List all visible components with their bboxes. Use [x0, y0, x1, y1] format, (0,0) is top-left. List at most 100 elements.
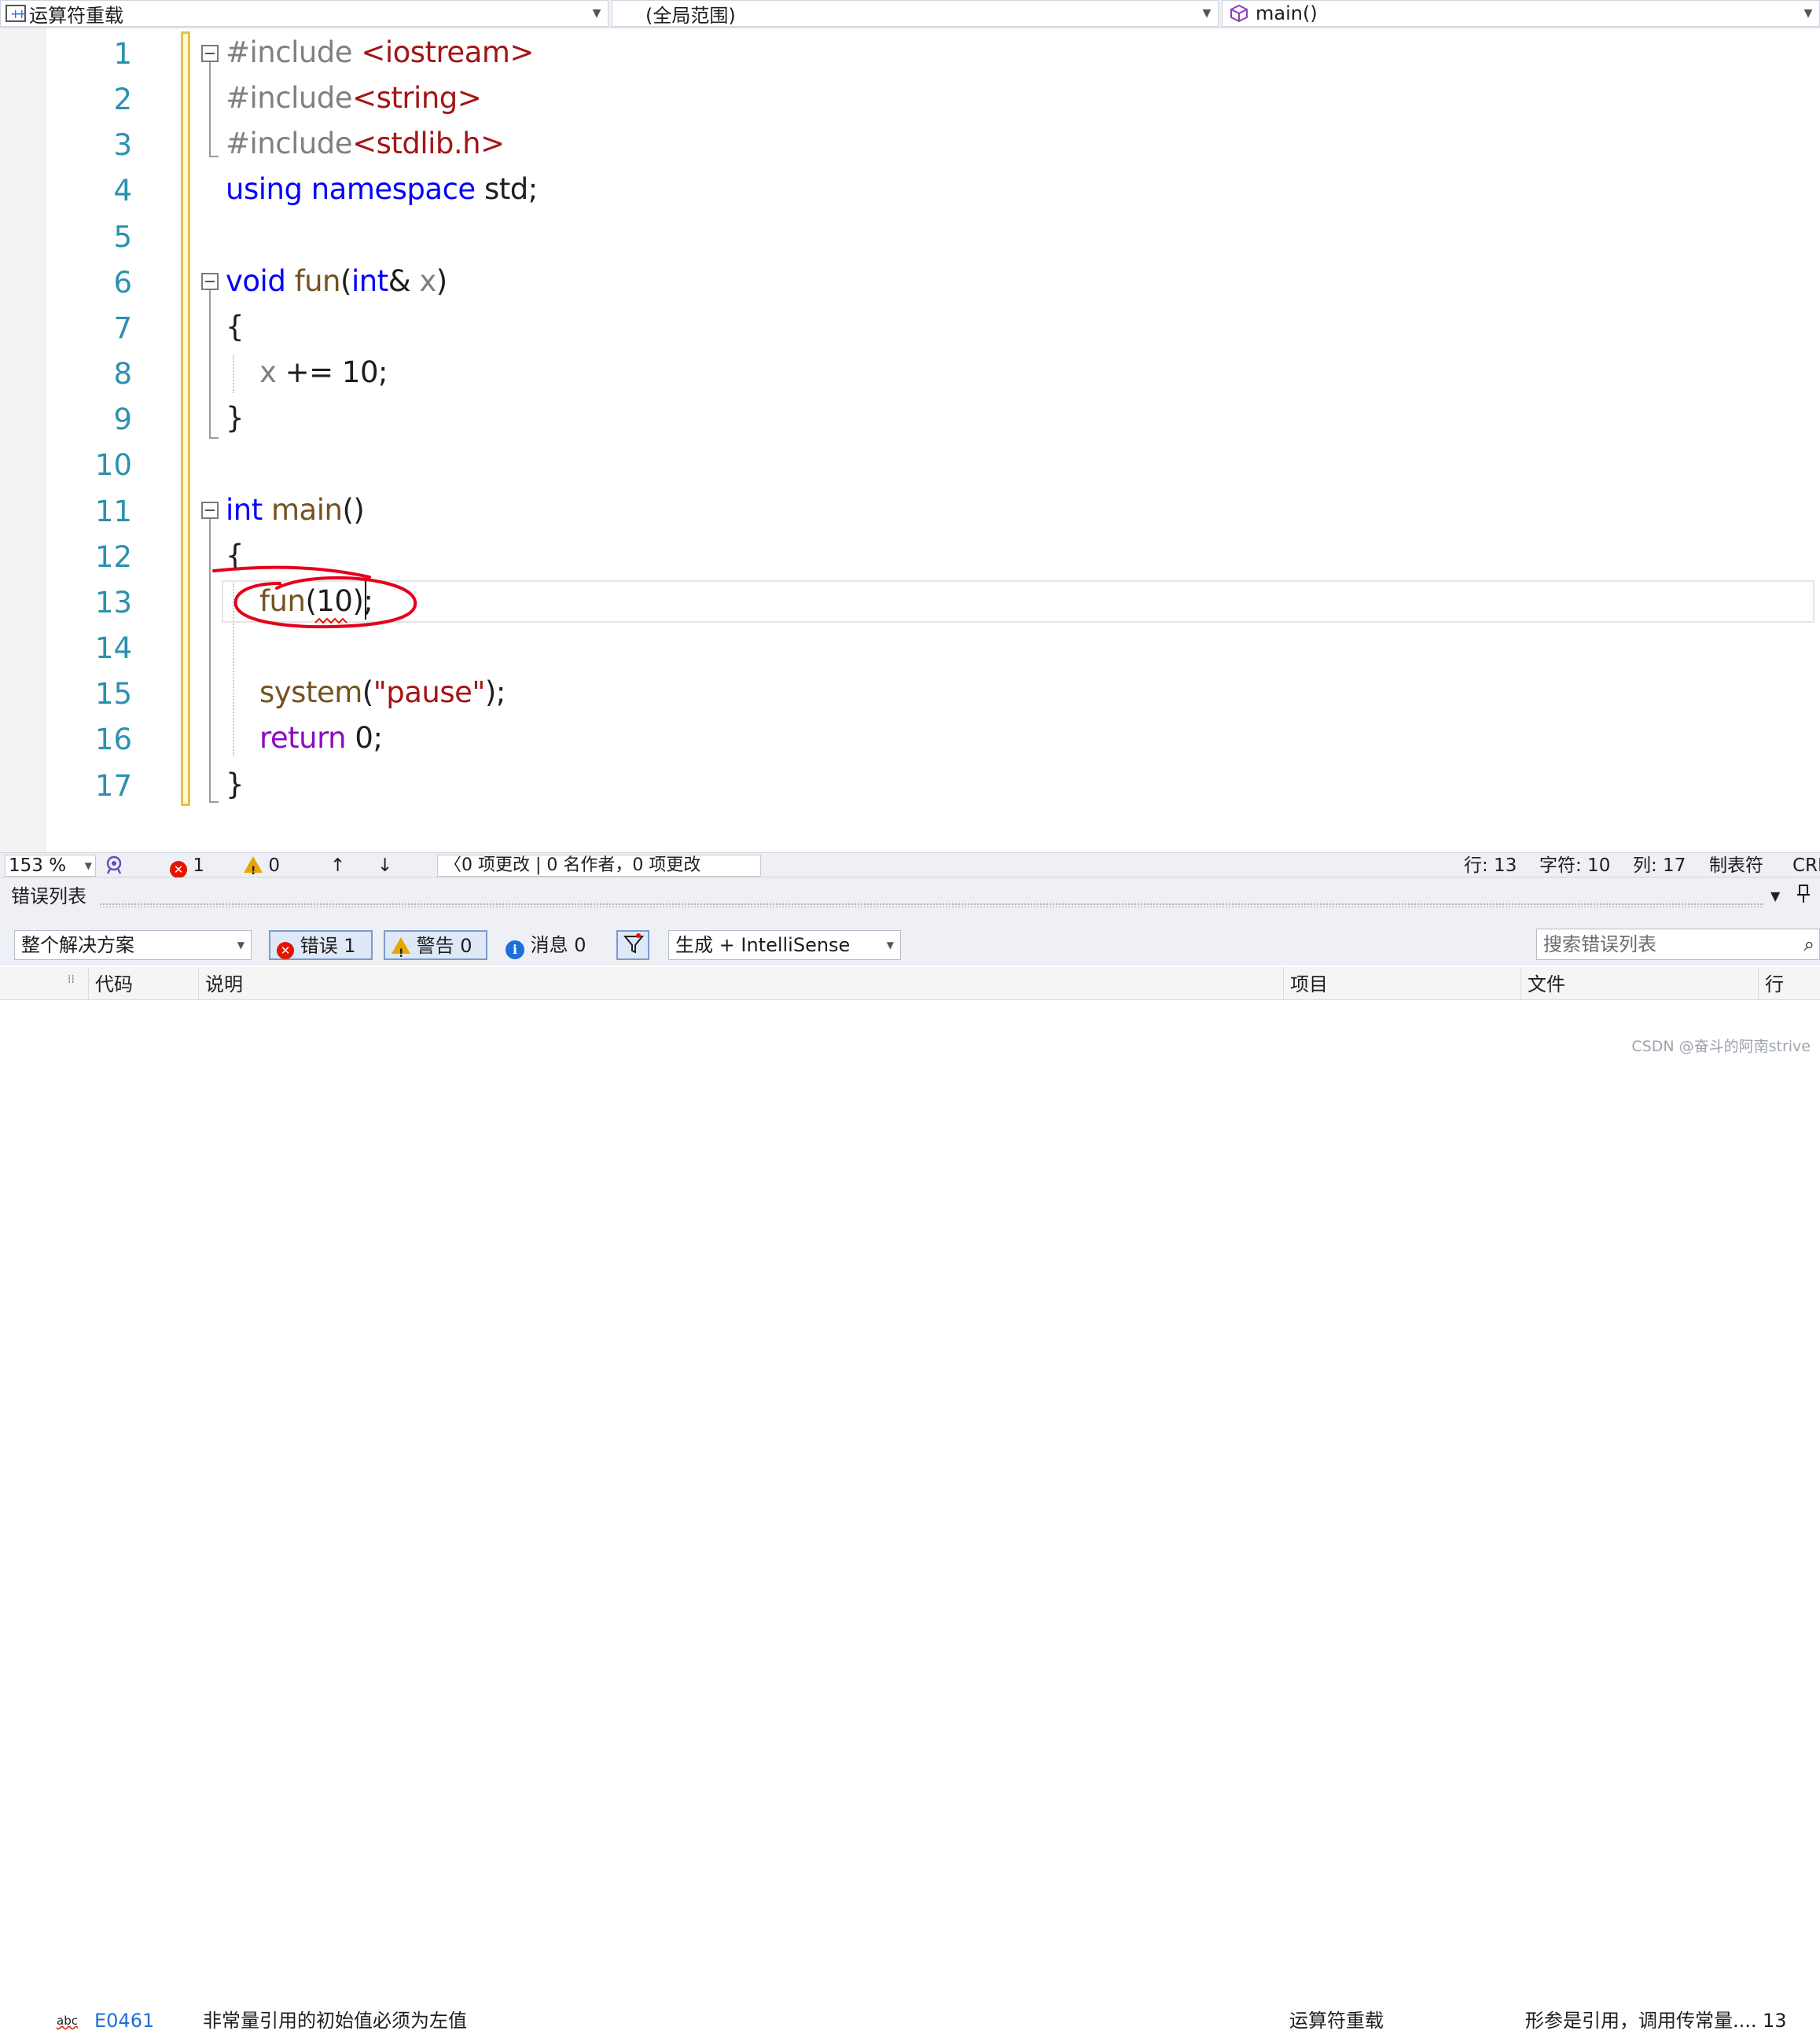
line-number: 9	[113, 403, 132, 436]
zoom-dropdown[interactable]: 153 % ▼	[5, 855, 96, 877]
chevron-down-icon: ▼	[237, 940, 245, 951]
zoom-level: 153 %	[9, 855, 67, 876]
code-line-3[interactable]: #include<stdlib.h>	[226, 121, 505, 167]
warning-icon	[244, 856, 263, 884]
parameter: x	[259, 355, 277, 389]
errors-filter-button[interactable]: ✕ 错误 1	[269, 930, 373, 960]
search-icon[interactable]: ⌕	[1804, 929, 1814, 959]
code-line-11[interactable]: int main()	[226, 487, 365, 533]
error-icon: ✕	[277, 942, 294, 959]
line-position[interactable]: 行: 13	[1464, 853, 1517, 878]
code-line-15[interactable]: system("pause");	[259, 670, 506, 716]
build-source-dropdown[interactable]: 生成 + IntelliSense ▼	[668, 930, 901, 960]
error-scope-dropdown[interactable]: 整个解决方案 ▼	[14, 930, 252, 960]
current-line-highlight	[222, 580, 1814, 623]
keyword: int	[226, 493, 263, 527]
build-source-value: 生成 + IntelliSense	[675, 934, 851, 956]
filter-icon	[623, 933, 645, 954]
code-line-12[interactable]: {	[226, 533, 245, 579]
collapse-toggle[interactable]	[201, 502, 219, 519]
column-header-description[interactable]: 说明	[198, 967, 1283, 1000]
errors-filter-label: 错误 1	[300, 935, 356, 957]
code-line-16[interactable]: return 0;	[259, 716, 383, 761]
scope-dropdown[interactable]: (全局范围) ▼	[612, 0, 1219, 27]
column-options-icon[interactable]: ⁞⁞	[0, 967, 86, 1000]
line-number-gutter: 1 2 3 4 5 6 7 8 9 10 11 12 13 14 15 16 1…	[46, 28, 140, 852]
code-line-9[interactable]: }	[226, 395, 245, 441]
fold-guide-end	[209, 156, 219, 157]
column-header-line[interactable]: 行	[1758, 967, 1820, 1000]
warning-count-indicator[interactable]: 0	[244, 853, 280, 884]
code-text: (10);	[305, 584, 373, 618]
indicator-margin[interactable]	[0, 28, 46, 852]
code-line-6[interactable]: void fun(int& x)	[226, 259, 447, 304]
table-row[interactable]: abc E0461 非常量引用的初始值必须为左值 运算符重载 形参是引用，调用传…	[0, 1002, 1820, 2032]
arrow-up-icon: ↑	[330, 855, 346, 876]
error-squiggle	[314, 617, 347, 624]
error-scope-value: 整个解决方案	[21, 934, 134, 956]
warnings-filter-label: 警告 0	[416, 935, 472, 957]
line-number: 11	[94, 495, 132, 528]
code-line-2[interactable]: #include<string>	[226, 75, 482, 121]
warnings-filter-button[interactable]: 警告 0	[384, 930, 487, 968]
filter-button[interactable]	[616, 930, 649, 960]
arrow-down-icon: ↓	[377, 855, 393, 876]
intellisense-error-icon: abc	[57, 2014, 78, 2028]
line-number: 7	[113, 311, 132, 345]
error-icon: ✕	[170, 861, 187, 878]
indent-guide	[233, 355, 234, 393]
indentation-mode[interactable]: 制表符	[1709, 853, 1763, 878]
string-literal: "pause"	[373, 675, 486, 709]
error-search-input[interactable]: 搜索错误列表 ⌕	[1536, 929, 1820, 960]
preprocessor-directive: #include	[226, 35, 362, 69]
code-text: }	[226, 401, 245, 435]
column-position[interactable]: 列: 17	[1633, 853, 1686, 878]
project-dropdown[interactable]: + + 运算符重载 ▼	[0, 0, 609, 27]
column-header-file[interactable]: 文件	[1520, 967, 1758, 1000]
intellicode-icon[interactable]	[104, 855, 124, 880]
pin-icon[interactable]	[1796, 884, 1811, 909]
line-number: 1	[113, 37, 132, 71]
error-code-link[interactable]: E0461	[94, 2003, 154, 2038]
code-text: &	[388, 264, 420, 298]
unsaved-change-bar	[181, 31, 190, 806]
search-placeholder: 搜索错误列表	[1543, 933, 1656, 955]
code-line-8[interactable]: x += 10;	[259, 350, 388, 395]
next-issue-button[interactable]: ↓	[377, 853, 392, 878]
error-list-title: 错误列表	[11, 885, 86, 907]
collapse-toggle[interactable]	[201, 273, 219, 290]
messages-filter-button[interactable]: i 消息 0	[498, 930, 601, 960]
line-number: 15	[94, 677, 132, 711]
code-line-7[interactable]: {	[226, 304, 245, 350]
collapse-toggle[interactable]	[201, 45, 219, 62]
function-name: fun	[259, 584, 306, 618]
code-text: (	[362, 675, 373, 709]
panel-grip[interactable]	[99, 903, 1764, 907]
column-header-code[interactable]: 代码	[88, 967, 198, 1000]
chevron-down-icon: ▼	[84, 860, 92, 871]
code-text: {	[226, 539, 245, 572]
code-line-1[interactable]: #include <iostream>	[226, 30, 534, 75]
info-icon: i	[506, 940, 524, 959]
project-icon: + +	[6, 5, 27, 22]
member-dropdown[interactable]: main() ▼	[1222, 0, 1820, 27]
keyword: int	[351, 264, 388, 298]
line-number: 8	[113, 357, 132, 391]
code-line-4[interactable]: using namespace std;	[226, 167, 538, 212]
line-number: 10	[94, 448, 132, 482]
chevron-down-icon: ▼	[1202, 7, 1211, 20]
char-position[interactable]: 字符: 10	[1539, 853, 1610, 878]
error-count-indicator[interactable]: ✕ 1	[170, 853, 204, 878]
panel-menu-chevron-icon[interactable]: ▼	[1770, 888, 1780, 903]
fold-guide	[209, 62, 211, 156]
column-header-project[interactable]: 项目	[1283, 967, 1520, 1000]
line-number: 3	[113, 128, 132, 162]
text-caret	[365, 579, 366, 620]
previous-issue-button[interactable]: ↑	[330, 853, 345, 878]
svg-text:+: +	[17, 6, 26, 21]
change-tracking-indicator[interactable]: 〈0 项更改 | 0 名作者，0 项更改	[437, 855, 761, 877]
code-line-17[interactable]: }	[226, 762, 245, 807]
code-text: {	[226, 310, 245, 344]
line-number: 16	[94, 723, 132, 756]
line-ending-mode[interactable]: CRL	[1792, 853, 1820, 878]
